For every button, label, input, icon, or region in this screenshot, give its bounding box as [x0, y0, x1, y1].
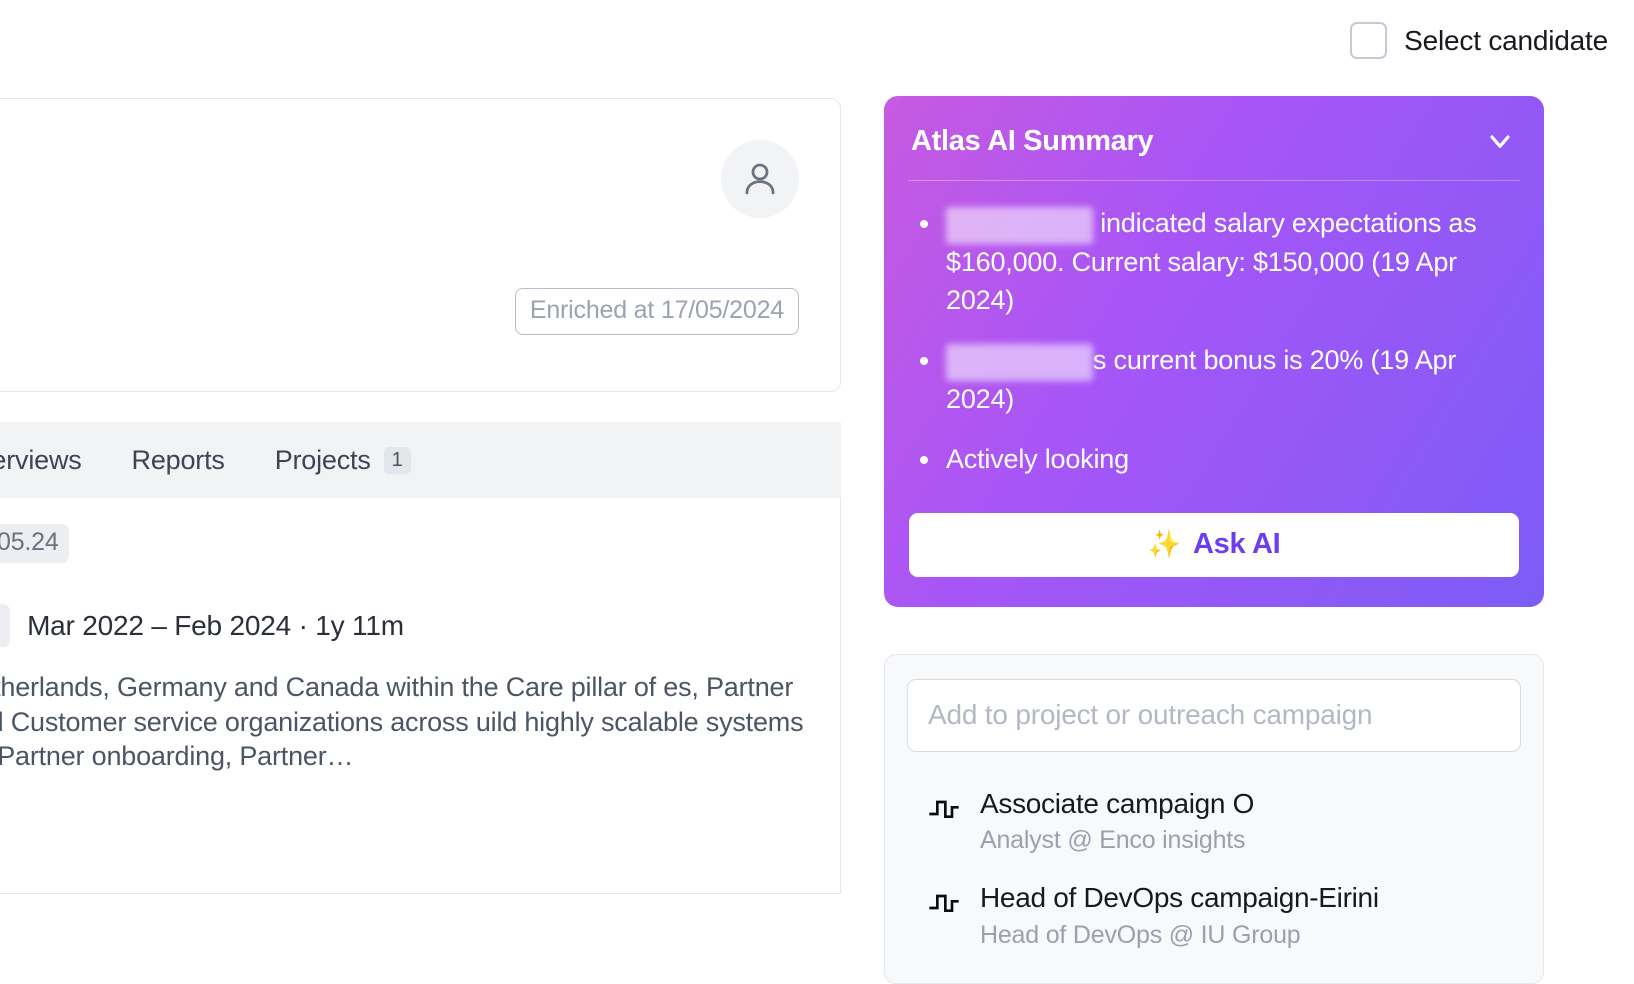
campaign-name: Associate campaign O	[980, 788, 1254, 819]
tab-interviews[interactable]: Interviews	[0, 445, 107, 476]
campaign-subtitle: Head of DevOps @ IU Group	[980, 920, 1379, 950]
top-bar: Select candidate	[0, 0, 1634, 92]
atlas-ai-summary-card: Atlas AI Summary REDACTED indicated sala…	[884, 96, 1544, 607]
atlas-ai-bullet: REDACTEDs current bonus is 20% (19 Apr 2…	[916, 342, 1518, 419]
campaign-search-input[interactable]	[907, 679, 1521, 752]
atlas-ai-bullet: REDACTED indicated salary expectations a…	[916, 205, 1518, 319]
profile-card: Enriched at 17/05/2024	[0, 98, 841, 392]
experience-date-chip: 05.24	[0, 524, 69, 563]
tab-projects-label: Projects	[275, 445, 371, 476]
user-avatar-icon	[739, 158, 781, 200]
ask-ai-label: Ask AI	[1193, 528, 1280, 561]
experience-description: Netherlands, Germany and Canada within t…	[0, 670, 839, 774]
enriched-at-chip: Enriched at 17/05/2024	[515, 288, 799, 335]
atlas-ai-bullet-list: REDACTED indicated salary expectations a…	[916, 205, 1518, 479]
atlas-ai-summary-title: Atlas AI Summary	[911, 125, 1153, 158]
tab-reports-label: Reports	[132, 445, 225, 476]
select-candidate-label: Select candidate	[1404, 25, 1608, 57]
experience-panel: 05.24 ay Mar 2022 – Feb 2024 · 1y 11m Ne…	[0, 498, 841, 894]
campaign-subtitle: Analyst @ Enco insights	[980, 825, 1254, 855]
campaign-pulse-icon	[928, 794, 960, 826]
add-to-campaign-panel: Associate campaign O Analyst @ Enco insi…	[884, 654, 1544, 984]
campaign-pulse-icon	[928, 888, 960, 920]
tab-interviews-label: Interviews	[0, 445, 82, 476]
avatar	[721, 140, 799, 218]
list-item[interactable]: Associate campaign O Analyst @ Enco insi…	[907, 774, 1521, 869]
chevron-down-icon	[1484, 125, 1516, 157]
atlas-ai-summary-header: Atlas AI Summary	[908, 96, 1520, 181]
redacted-name: REDACTED	[946, 344, 1093, 381]
tab-bar: Interviews Reports Projects 1	[0, 422, 841, 498]
campaign-text-block: Associate campaign O Analyst @ Enco insi…	[980, 787, 1254, 856]
redacted-name: REDACTED	[946, 207, 1093, 244]
experience-role-row: ay Mar 2022 – Feb 2024 · 1y 11m	[0, 604, 404, 647]
campaign-name: Head of DevOps campaign-Eirini	[980, 882, 1379, 913]
right-column: Atlas AI Summary REDACTED indicated sala…	[884, 96, 1544, 984]
atlas-ai-collapse-button[interactable]	[1483, 124, 1517, 158]
sparkles-icon: ✨	[1148, 531, 1181, 558]
atlas-ai-bullet: Actively looking	[916, 441, 1518, 478]
tab-projects-badge: 1	[384, 447, 411, 474]
tab-reports[interactable]: Reports	[107, 445, 250, 476]
left-column: Enriched at 17/05/2024 Interviews Report…	[0, 98, 841, 894]
select-candidate-control[interactable]: Select candidate	[1350, 22, 1608, 59]
campaign-text-block: Head of DevOps campaign-Eirini Head of D…	[980, 881, 1379, 950]
list-item[interactable]: Head of DevOps campaign-Eirini Head of D…	[907, 868, 1521, 963]
experience-role-dates: Mar 2022 – Feb 2024 · 1y 11m	[27, 610, 404, 642]
select-candidate-checkbox[interactable]	[1350, 22, 1387, 59]
experience-role-chip: ay	[0, 604, 10, 647]
ask-ai-button[interactable]: ✨ Ask AI	[909, 513, 1519, 577]
campaign-list: Associate campaign O Analyst @ Enco insi…	[907, 774, 1521, 963]
atlas-ai-bullet-text: Actively looking	[946, 444, 1129, 474]
tab-projects[interactable]: Projects 1	[250, 445, 436, 476]
